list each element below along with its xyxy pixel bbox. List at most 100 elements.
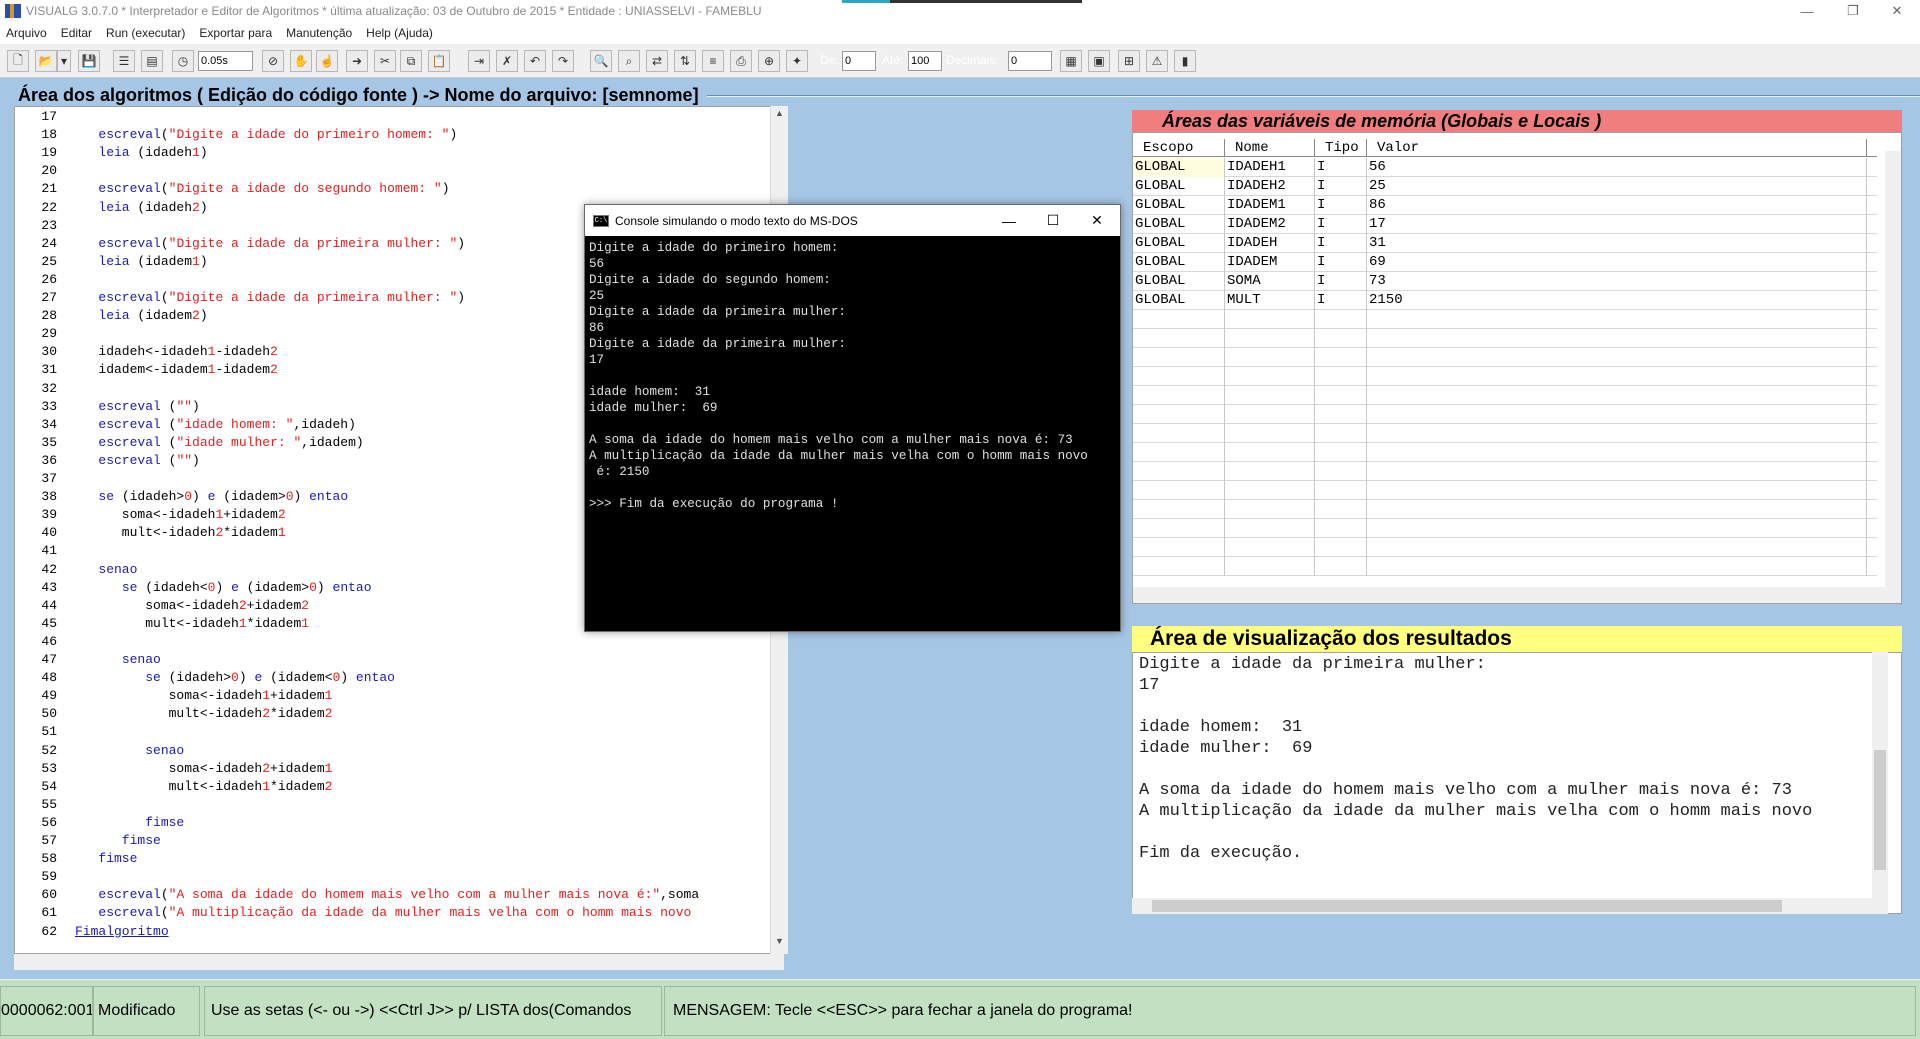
- code-line[interactable]: escreval("Digite a idade do primeiro hom…: [75, 127, 457, 142]
- table-row[interactable]: [1133, 424, 1877, 443]
- column-header[interactable]: Escopo: [1133, 139, 1225, 157]
- wand-icon[interactable]: ✦: [786, 50, 808, 72]
- code-line[interactable]: fimse: [75, 833, 161, 848]
- code-line[interactable]: fimse: [75, 815, 184, 830]
- code-line[interactable]: mult<-idadeh2*idadem2: [75, 706, 333, 721]
- menu-exportar[interactable]: Exportar para: [199, 26, 272, 40]
- code-line[interactable]: mult<-idadeh1*idadem1: [75, 616, 309, 631]
- code-horizontal-scrollbar[interactable]: [14, 954, 784, 970]
- exit-icon[interactable]: ▮: [1174, 50, 1196, 72]
- variables-vertical-scrollbar[interactable]: [1885, 151, 1901, 589]
- scroll-thumb[interactable]: [1152, 900, 1782, 912]
- minimize-button[interactable]: —: [1784, 0, 1830, 22]
- code-line[interactable]: escreval ("idade mulher: ",idadem): [75, 435, 363, 450]
- results-horizontal-scrollbar[interactable]: [1132, 898, 1888, 914]
- table-row[interactable]: [1133, 443, 1877, 462]
- cut-icon[interactable]: ✂: [374, 50, 396, 72]
- code-line[interactable]: soma<-idadeh1+idadem1: [75, 688, 333, 703]
- new-file-icon[interactable]: 🗋: [7, 50, 29, 72]
- menu-help[interactable]: Help (Ajuda): [366, 26, 433, 40]
- code-line[interactable]: soma<-idadeh2+idadem2: [75, 598, 309, 613]
- ate-input[interactable]: 100: [908, 51, 942, 71]
- code-line[interactable]: escreval("A multiplicação da idade da mu…: [75, 905, 691, 920]
- menu-editar[interactable]: Editar: [61, 26, 92, 40]
- results-output[interactable]: Digite a idade da primeira mulher: 17 idad…: [1132, 652, 1902, 914]
- timer-icon[interactable]: ◷: [172, 50, 194, 72]
- table-row[interactable]: GLOBAL SOMA I 73: [1133, 272, 1877, 291]
- calculator-icon[interactable]: ▣: [1088, 50, 1110, 72]
- help-icon[interactable]: ⚠: [1146, 50, 1168, 72]
- code-line[interactable]: escreval("Digite a idade da primeira mul…: [75, 236, 465, 251]
- console-close-button[interactable]: ✕: [1075, 205, 1119, 236]
- code-line[interactable]: escreval("A soma da idade do homem mais …: [75, 887, 699, 902]
- table-row[interactable]: [1133, 481, 1877, 500]
- table-row[interactable]: GLOBAL MULT I 2150: [1133, 291, 1877, 310]
- scroll-down-icon[interactable]: ▼: [771, 936, 788, 952]
- table-row[interactable]: [1133, 405, 1877, 424]
- delete-icon[interactable]: ✗: [496, 50, 518, 72]
- code-line[interactable]: soma<-idadeh1+idadem2: [75, 507, 286, 522]
- code-line[interactable]: escreval("Digite a idade do segundo home…: [75, 181, 449, 196]
- grid-icon[interactable]: ⊞: [1118, 50, 1140, 72]
- table-row[interactable]: [1133, 386, 1877, 405]
- stop-icon[interactable]: ⊘: [262, 50, 284, 72]
- compile-icon[interactable]: ▤: [141, 50, 163, 72]
- table-row[interactable]: [1133, 557, 1877, 576]
- de-input[interactable]: 0: [842, 51, 876, 71]
- console-title-bar[interactable]: C:\ Console simulando o modo texto do MS…: [585, 205, 1120, 236]
- decimais-select[interactable]: 0: [1008, 51, 1052, 71]
- code-line[interactable]: leia (idadeh1): [75, 145, 207, 160]
- table-row[interactable]: [1133, 367, 1877, 386]
- column-header[interactable]: Valor: [1367, 139, 1867, 157]
- code-line[interactable]: leia (idadem1): [75, 254, 207, 269]
- copy-icon[interactable]: ⧉: [400, 50, 422, 72]
- close-button[interactable]: ✕: [1874, 0, 1920, 22]
- syntax-check-icon[interactable]: ☰: [113, 50, 135, 72]
- code-line[interactable]: mult<-idadeh1*idadem2: [75, 779, 333, 794]
- console-maximize-button[interactable]: ☐: [1031, 205, 1075, 236]
- table-row[interactable]: [1133, 462, 1877, 481]
- list-icon[interactable]: ≡: [702, 50, 724, 72]
- column-header[interactable]: Tipo: [1315, 139, 1367, 157]
- code-line[interactable]: soma<-idadeh2+idadem1: [75, 761, 333, 776]
- find-icon[interactable]: 🔍: [590, 50, 612, 72]
- code-line[interactable]: senao: [75, 743, 184, 758]
- open-file-icon[interactable]: 📂: [35, 50, 57, 72]
- code-line[interactable]: escreval (""): [75, 453, 199, 468]
- table-row[interactable]: GLOBAL IDADEM I 69: [1133, 253, 1877, 272]
- menu-arquivo[interactable]: Arquivo: [6, 26, 47, 40]
- hand-icon[interactable]: ✋: [290, 50, 312, 72]
- step-icon[interactable]: ☝: [316, 50, 338, 72]
- table-icon[interactable]: ▦: [1060, 50, 1082, 72]
- scroll-up-icon[interactable]: ▲: [771, 108, 788, 124]
- code-line[interactable]: idadem<-idadem1-idadem2: [75, 362, 277, 377]
- speed-select[interactable]: 0.05s: [198, 51, 253, 71]
- table-row[interactable]: GLOBAL IDADEM2 I 17: [1133, 215, 1877, 234]
- code-line[interactable]: idadeh<-idadeh1-idadeh2: [75, 344, 277, 359]
- table-row[interactable]: GLOBAL IDADEM1 I 86: [1133, 196, 1877, 215]
- code-line[interactable]: se (idadeh>0) e (idadem<0) entao: [75, 670, 395, 685]
- column-header[interactable]: Nome: [1225, 139, 1315, 157]
- menu-run[interactable]: Run (executar): [106, 26, 185, 40]
- indent-icon[interactable]: ⇥: [468, 50, 490, 72]
- table-row[interactable]: [1133, 310, 1877, 329]
- undo-icon[interactable]: ↶: [524, 50, 546, 72]
- code-line[interactable]: escreval("Digite a idade da primeira mul…: [75, 290, 465, 305]
- zoom-icon[interactable]: ⊕: [758, 50, 780, 72]
- table-row[interactable]: [1133, 329, 1877, 348]
- table-row[interactable]: GLOBAL IDADEH1 I 56: [1133, 158, 1877, 177]
- scroll-thumb[interactable]: [1874, 750, 1886, 870]
- save-icon[interactable]: 💾: [78, 50, 100, 72]
- code-line[interactable]: fimse: [75, 851, 137, 866]
- find-next-icon[interactable]: ⌕: [618, 50, 640, 72]
- sort-icon[interactable]: ⇅: [674, 50, 696, 72]
- paste-icon[interactable]: 📋: [428, 50, 450, 72]
- console-window[interactable]: C:\ Console simulando o modo texto do MS…: [584, 204, 1121, 632]
- menu-manutencao[interactable]: Manutenção: [286, 26, 352, 40]
- table-row[interactable]: [1133, 500, 1877, 519]
- table-row[interactable]: [1133, 519, 1877, 538]
- replace-icon[interactable]: ⇄: [646, 50, 668, 72]
- print-icon[interactable]: ⎙: [730, 50, 752, 72]
- run-icon[interactable]: ➜: [346, 50, 368, 72]
- redo-icon[interactable]: ↷: [552, 50, 574, 72]
